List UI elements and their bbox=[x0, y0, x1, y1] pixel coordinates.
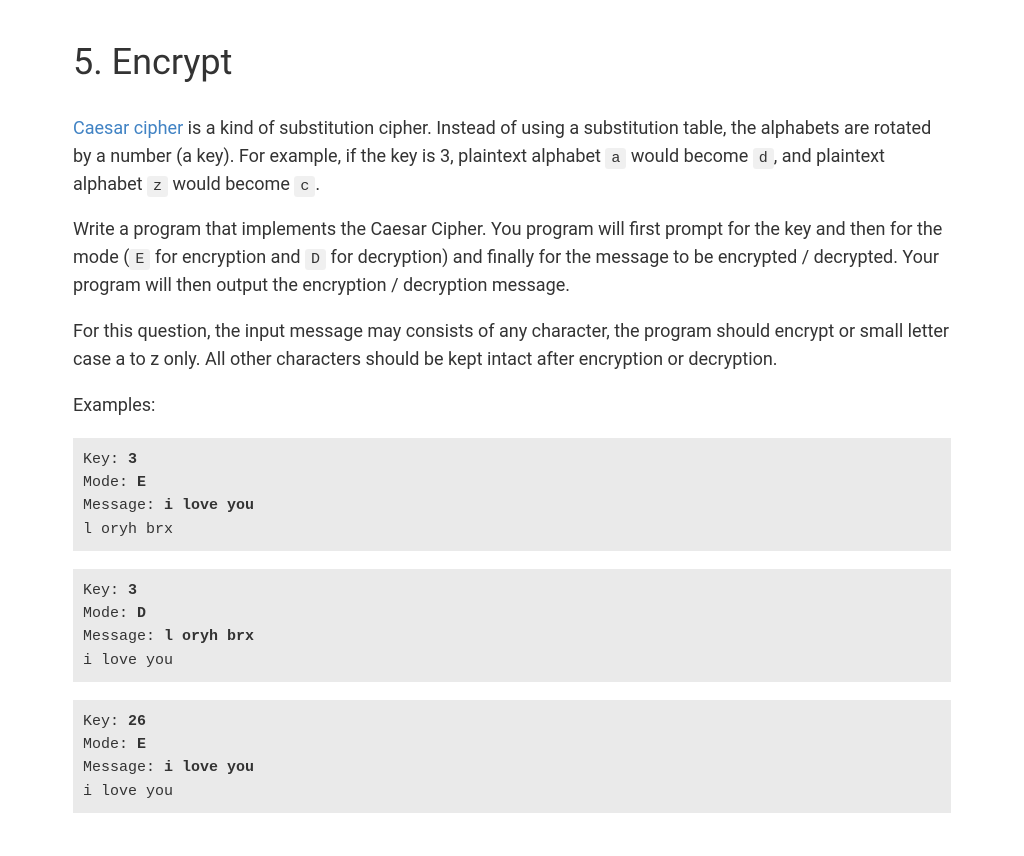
examples-label: Examples: bbox=[73, 392, 951, 420]
text: would become bbox=[168, 174, 294, 195]
caesar-cipher-link[interactable]: Caesar cipher bbox=[73, 118, 183, 139]
input-value: i love you bbox=[164, 497, 254, 514]
intro-paragraph: Caesar cipher is a kind of substitution … bbox=[73, 115, 951, 199]
input-value: 3 bbox=[128, 451, 137, 468]
example-block-3: Key: 26 Mode: E Message: i love you i lo… bbox=[73, 700, 951, 813]
code-inline: D bbox=[305, 249, 326, 270]
text: Mode: bbox=[83, 474, 137, 491]
text: Key: bbox=[83, 582, 128, 599]
input-value: E bbox=[137, 736, 146, 753]
code-inline: E bbox=[129, 249, 150, 270]
example-block-2: Key: 3 Mode: D Message: l oryh brx i lov… bbox=[73, 569, 951, 682]
output-value: i love you bbox=[83, 783, 173, 800]
example-block-1: Key: 3 Mode: E Message: i love you l ory… bbox=[73, 438, 951, 551]
constraints-paragraph: For this question, the input message may… bbox=[73, 318, 951, 374]
input-value: i love you bbox=[164, 759, 254, 776]
input-value: D bbox=[137, 605, 146, 622]
text: Message: bbox=[83, 497, 164, 514]
page-title: 5. Encrypt bbox=[73, 35, 951, 91]
text: Mode: bbox=[83, 605, 137, 622]
input-value: l oryh brx bbox=[164, 628, 254, 645]
code-inline: a bbox=[605, 148, 626, 169]
text: Message: bbox=[83, 759, 164, 776]
output-value: l oryh brx bbox=[83, 521, 173, 538]
instructions-paragraph: Write a program that implements the Caes… bbox=[73, 216, 951, 300]
text: for encryption and bbox=[150, 247, 305, 268]
code-inline: c bbox=[294, 176, 315, 197]
output-value: i love you bbox=[83, 652, 173, 669]
text: Message: bbox=[83, 628, 164, 645]
code-inline: z bbox=[147, 176, 168, 197]
input-value: 3 bbox=[128, 582, 137, 599]
input-value: 26 bbox=[128, 713, 146, 730]
input-value: E bbox=[137, 474, 146, 491]
text: . bbox=[315, 174, 320, 195]
text: Key: bbox=[83, 451, 128, 468]
text: would become bbox=[626, 146, 752, 167]
code-inline: d bbox=[753, 148, 774, 169]
text: Mode: bbox=[83, 736, 137, 753]
text: Key: bbox=[83, 713, 128, 730]
